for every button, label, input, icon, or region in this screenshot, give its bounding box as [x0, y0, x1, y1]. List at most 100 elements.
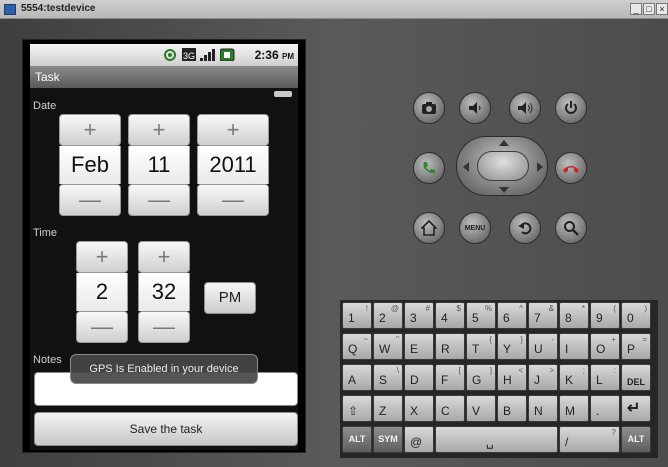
key-8[interactable]: 8 *: [559, 302, 589, 329]
year-increment-button[interactable]: +: [197, 114, 269, 146]
hour-decrement-button[interactable]: —: [76, 311, 128, 343]
key-2[interactable]: 2 @: [373, 302, 403, 329]
minute-increment-button[interactable]: +: [138, 241, 190, 273]
key-l[interactable]: L:: [590, 364, 620, 391]
key-alt-left[interactable]: ALT: [342, 426, 372, 453]
minute-value[interactable]: 32: [138, 273, 190, 311]
key-n[interactable]: N: [528, 395, 558, 422]
key-9[interactable]: 9(: [590, 302, 620, 329]
hour-increment-button[interactable]: +: [76, 241, 128, 273]
key-z[interactable]: Z: [373, 395, 403, 422]
key-r-label: R: [441, 342, 450, 356]
search-button[interactable]: [555, 212, 587, 244]
key-m-label: M: [565, 404, 575, 418]
key-7[interactable]: 7 &: [528, 302, 558, 329]
year-picker: + 2011 —: [197, 114, 269, 218]
key-o[interactable]: O +: [590, 333, 620, 360]
key-c[interactable]: C: [435, 395, 465, 422]
close-button[interactable]: ×: [656, 3, 668, 15]
key-b[interactable]: B: [497, 395, 527, 422]
maximize-button[interactable]: □: [643, 3, 655, 15]
minute-decrement-button[interactable]: —: [138, 311, 190, 343]
key-period[interactable]: .: [590, 395, 620, 422]
key-t[interactable]: T{: [466, 333, 496, 360]
key-e[interactable]: E: [404, 333, 434, 360]
key-m[interactable]: M: [559, 395, 589, 422]
save-task-button[interactable]: Save the task: [34, 412, 298, 446]
key-3[interactable]: 3 #: [404, 302, 434, 329]
date-label: Date: [33, 100, 57, 112]
month-increment-button[interactable]: +: [59, 114, 121, 146]
key-alt-right[interactable]: ALT: [621, 426, 651, 453]
key-k[interactable]: K;: [559, 364, 589, 391]
month-value[interactable]: Feb: [59, 146, 121, 184]
battery-icon: [220, 48, 235, 61]
volume-up-button[interactable]: [509, 92, 541, 124]
month-decrement-button[interactable]: —: [59, 184, 121, 216]
scroll-indicator[interactable]: [274, 91, 292, 97]
key-p-label: P: [627, 342, 636, 356]
dpad-left-icon[interactable]: [463, 162, 469, 172]
key-h-label: H: [503, 373, 512, 387]
end-call-button[interactable]: [555, 152, 587, 184]
key-g[interactable]: G]: [466, 364, 496, 391]
key-5-alt: %: [484, 304, 492, 313]
day-increment-button[interactable]: +: [128, 114, 190, 146]
key-s-alt: \: [396, 366, 399, 375]
dpad[interactable]: [456, 136, 548, 196]
dpad-up-icon[interactable]: [499, 140, 509, 146]
key-y[interactable]: Y}: [497, 333, 527, 360]
dpad-right-icon[interactable]: [537, 162, 543, 172]
key-p[interactable]: P =: [621, 333, 651, 360]
key-q[interactable]: Q ~: [342, 333, 372, 360]
dpad-center-button[interactable]: [477, 151, 529, 181]
volume-down-button[interactable]: [459, 92, 491, 124]
key-sym[interactable]: SYM: [373, 426, 403, 453]
key-r[interactable]: R: [435, 333, 465, 360]
hour-value[interactable]: 2: [76, 273, 128, 311]
key-k-label: K: [565, 373, 574, 387]
key-slash[interactable]: /?: [559, 426, 620, 453]
ampm-toggle-button[interactable]: PM: [204, 282, 256, 314]
key-7-alt: &: [548, 304, 554, 313]
year-value[interactable]: 2011: [197, 146, 269, 184]
key-0[interactable]: 0): [621, 302, 651, 329]
dpad-down-icon[interactable]: [499, 187, 509, 193]
day-value[interactable]: 11: [128, 146, 190, 184]
key-at[interactable]: @: [404, 426, 434, 453]
key-u[interactable]: U-: [528, 333, 558, 360]
call-button[interactable]: [413, 152, 445, 184]
key-f[interactable]: F[: [435, 364, 465, 391]
key-6[interactable]: 6 ^: [497, 302, 527, 329]
key-d[interactable]: D: [404, 364, 434, 391]
key-w[interactable]: W ": [373, 333, 403, 360]
key-l-alt: :: [613, 366, 616, 375]
key-j[interactable]: J >: [528, 364, 558, 391]
minimize-button[interactable]: _: [630, 3, 642, 15]
key-h[interactable]: H <: [497, 364, 527, 391]
key-f-label: F: [441, 373, 449, 387]
camera-button[interactable]: [413, 92, 445, 124]
day-decrement-button[interactable]: —: [128, 184, 190, 216]
key-x[interactable]: X: [404, 395, 434, 422]
key-5[interactable]: 5%: [466, 302, 496, 329]
key-shift[interactable]: ⇧: [342, 395, 372, 422]
key-del[interactable]: DEL: [621, 364, 651, 391]
back-button[interactable]: [509, 212, 541, 244]
key-v[interactable]: V: [466, 395, 496, 422]
key-space[interactable]: ␣: [435, 426, 558, 453]
key-i[interactable]: I: [559, 333, 589, 360]
key-period-label: .: [596, 404, 600, 418]
search-icon: [564, 221, 579, 236]
key-s[interactable]: S \: [373, 364, 403, 391]
key-a-label: A: [348, 373, 357, 387]
power-button[interactable]: [555, 92, 587, 124]
key-a[interactable]: A: [342, 364, 372, 391]
key-4[interactable]: 4 $: [435, 302, 465, 329]
menu-button[interactable]: MENU: [459, 212, 491, 244]
key-enter[interactable]: ↵: [621, 395, 651, 422]
key-n-label: N: [534, 404, 543, 418]
home-button[interactable]: [413, 212, 445, 244]
key-1[interactable]: 1!: [342, 302, 372, 329]
year-decrement-button[interactable]: —: [197, 184, 269, 216]
